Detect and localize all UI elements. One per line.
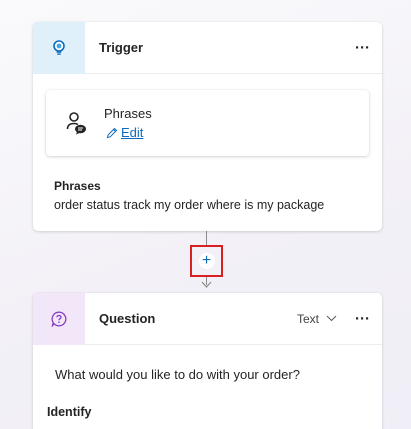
edit-phrases-link[interactable]: Edit [106, 125, 143, 140]
edit-link-label: Edit [121, 125, 144, 140]
phrases-summary-text: order status track my order where is my … [54, 198, 325, 212]
question-bubble-icon [51, 311, 67, 327]
question-icon-container [33, 293, 85, 345]
response-type-label: Text [296, 311, 319, 326]
arrow-down-icon [201, 281, 212, 288]
question-node-card[interactable]: Question Text ··· What would you like to… [33, 293, 382, 429]
chevron-down-icon [326, 315, 337, 322]
identify-label: Identify [47, 405, 92, 419]
phrases-box[interactable]: Phrases Edit [46, 90, 369, 156]
question-node-header: Question Text ··· [33, 293, 382, 345]
pencil-icon [106, 127, 118, 138]
trigger-title: Trigger [99, 40, 144, 55]
lightbulb-icon [53, 39, 65, 55]
phrases-label: Phrases [104, 106, 152, 121]
connector-line-top [206, 231, 207, 245]
response-type-dropdown[interactable]: Text [297, 312, 337, 326]
question-title: Question [99, 311, 156, 326]
trigger-more-button[interactable]: ··· [355, 40, 370, 55]
question-prompt-text[interactable]: What would you like to do with your orde… [55, 367, 300, 382]
phrases-summary-title: Phrases [54, 179, 101, 193]
trigger-node-card[interactable]: Trigger ··· Phrases Edit Phrases order s… [33, 22, 382, 231]
add-node-highlight: + [190, 245, 223, 277]
question-more-button[interactable]: ··· [355, 311, 370, 326]
trigger-node-header: Trigger ··· [33, 22, 382, 74]
person-chat-icon [66, 112, 86, 135]
add-node-button[interactable]: + [198, 253, 215, 269]
trigger-icon-container [33, 22, 85, 74]
